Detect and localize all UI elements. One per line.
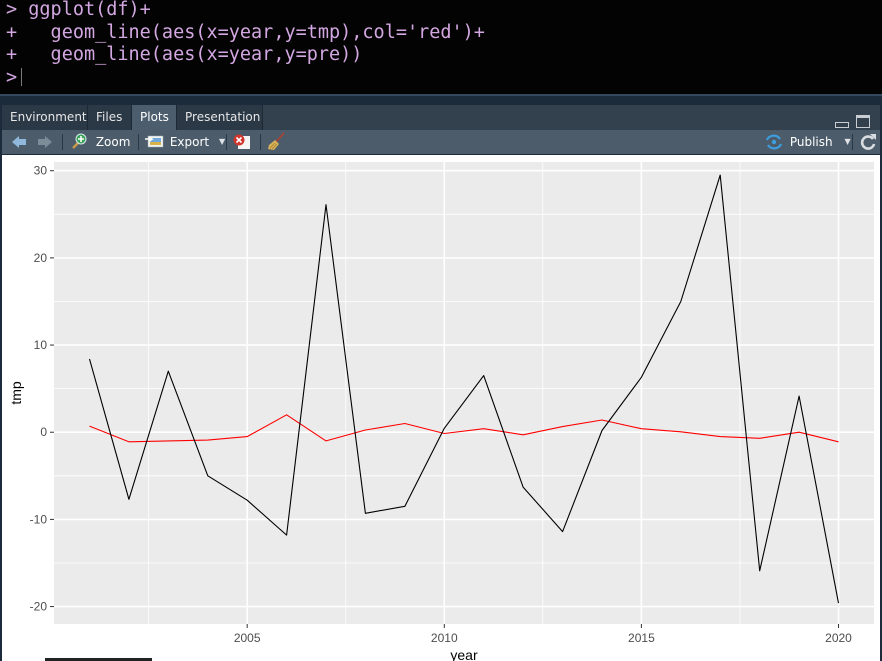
export-image-icon xyxy=(145,135,164,148)
tab-files[interactable]: Files xyxy=(88,105,132,130)
x-tick-label: 2015 xyxy=(628,631,655,645)
maximize-icon[interactable] xyxy=(856,115,870,128)
minimize-icon[interactable] xyxy=(834,122,849,128)
refresh-icon xyxy=(860,134,876,150)
y-tick-label: -20 xyxy=(30,600,48,614)
y-axis: -20 -10 0 10 20 30 xyxy=(30,164,54,614)
export-button[interactable]: Export ▼ xyxy=(145,130,225,154)
plots-toolbar: Zoom Export ▼ Publish ▼ xyxy=(2,130,880,155)
r-console[interactable]: > ggplot(df)+ + geom_line(aes(x=year,y=t… xyxy=(0,0,882,96)
plots-pane: Environment Files Plots Presentation Zoo… xyxy=(0,97,882,661)
toolbar-separator xyxy=(260,134,261,150)
x-axis-label: year xyxy=(450,647,478,661)
publish-icon xyxy=(765,134,783,150)
zoom-button[interactable]: Zoom xyxy=(70,130,130,154)
tab-presentation[interactable]: Presentation xyxy=(177,105,263,130)
tab-plots[interactable]: Plots xyxy=(132,105,177,130)
y-axis-label: tmp xyxy=(8,381,24,405)
arrow-left-icon xyxy=(12,136,26,148)
toolbar-separator xyxy=(226,134,227,150)
x-tick-label: 2010 xyxy=(431,631,458,645)
publish-button[interactable]: Publish ▼ xyxy=(764,130,851,154)
broom-icon xyxy=(268,132,285,150)
y-tick-label: 0 xyxy=(40,425,47,439)
y-tick-label: 20 xyxy=(34,251,48,265)
remove-plot-button[interactable] xyxy=(232,130,252,154)
toolbar-separator xyxy=(138,134,139,150)
plot-viewer: -20 -10 0 10 20 30 2005 2010 2015 2020 year tmp xyxy=(2,155,880,661)
chevron-down-icon: ▼ xyxy=(218,137,226,146)
console-line: > ggplot(df)+ xyxy=(6,0,151,20)
forward-button[interactable] xyxy=(36,130,54,154)
tab-environment[interactable]: Environment xyxy=(2,105,88,130)
zoom-icon xyxy=(72,133,87,149)
y-tick-label: -10 xyxy=(30,512,48,526)
text-cursor xyxy=(21,67,23,86)
pane-tabbar: Environment Files Plots Presentation xyxy=(2,105,880,130)
chevron-down-icon: ▼ xyxy=(844,137,851,146)
arrow-right-icon xyxy=(38,136,52,148)
x-tick-label: 2005 xyxy=(234,631,261,645)
back-button[interactable] xyxy=(10,130,28,154)
console-input-line[interactable]: > xyxy=(6,67,876,90)
clear-plots-button[interactable] xyxy=(266,130,286,154)
x-tick-label: 2020 xyxy=(825,631,852,645)
refresh-button[interactable] xyxy=(859,130,877,154)
ggplot-line-chart: -20 -10 0 10 20 30 2005 2010 2015 2020 year tmp xyxy=(8,162,874,661)
console-line: + geom_line(aes(x=year,y=pre)) xyxy=(6,44,363,65)
y-tick-label: 30 xyxy=(34,164,48,178)
toolbar-separator xyxy=(62,134,63,150)
toolbar-separator xyxy=(852,134,853,150)
y-tick-label: 10 xyxy=(34,338,48,352)
remove-plot-icon xyxy=(233,134,250,149)
x-axis: 2005 2010 2015 2020 xyxy=(234,624,852,645)
console-line: + geom_line(aes(x=year,y=tmp),col='red')… xyxy=(6,21,485,43)
